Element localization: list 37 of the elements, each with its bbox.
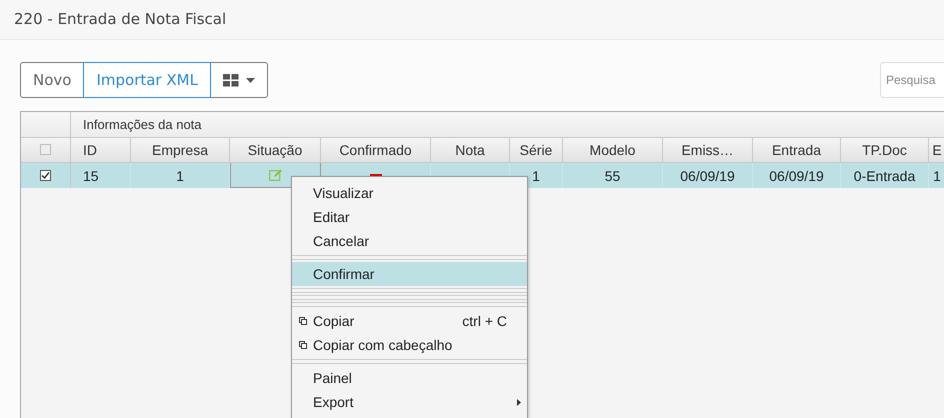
table-cell: 1 — [176, 168, 184, 184]
table-cell: 1 — [933, 168, 941, 184]
table-cell: 06/09/19 — [680, 168, 735, 184]
submenu-arrow-icon — [517, 398, 521, 406]
grid-icon — [222, 74, 239, 86]
column-header[interactable]: Série — [510, 138, 563, 162]
import-xml-button[interactable]: Importar XML — [83, 62, 211, 98]
table-cell: 0-Entrada — [854, 168, 916, 184]
menu-item[interactable]: Cancelar — [292, 229, 527, 253]
checkbox[interactable] — [40, 144, 51, 155]
column-header[interactable]: E — [929, 138, 944, 162]
checkbox[interactable] — [40, 170, 51, 181]
table-cell: 1 — [532, 168, 540, 184]
caret-icon — [246, 78, 255, 82]
column-header[interactable]: TP.Doc — [841, 138, 929, 162]
column-header[interactable]: Emiss… — [663, 138, 753, 162]
column-header[interactable]: Entrada — [753, 138, 841, 162]
group-header: Informações da nota — [82, 116, 203, 134]
copy-icon — [298, 341, 306, 349]
column-header[interactable]: Modelo — [563, 138, 663, 162]
column-header[interactable]: Nota — [431, 138, 510, 162]
menu-item[interactable]: Painel — [292, 366, 527, 390]
menu-item[interactable]: Confirmar — [292, 262, 527, 286]
column-header[interactable]: Confirmado — [321, 138, 431, 162]
table-cell: 55 — [604, 168, 620, 184]
column-header[interactable]: Situação — [230, 138, 321, 162]
column-header[interactable]: Empresa — [131, 138, 230, 162]
copy-icon — [298, 317, 306, 325]
table-cell: 15 — [83, 168, 99, 184]
table-cell: 06/09/19 — [769, 168, 824, 184]
menu-item[interactable]: Copiar ctrl + C — [292, 309, 527, 333]
menu-item[interactable]: Editar — [292, 205, 527, 229]
menu-item[interactable]: Export — [292, 390, 527, 414]
column-header[interactable]: ID — [71, 138, 131, 162]
menu-item[interactable]: Copiar com cabeçalho — [292, 333, 527, 357]
page-title: 220 - Entrada de Nota Fiscal — [14, 10, 226, 28]
search-field[interactable]: Pesquisa — [880, 62, 944, 98]
